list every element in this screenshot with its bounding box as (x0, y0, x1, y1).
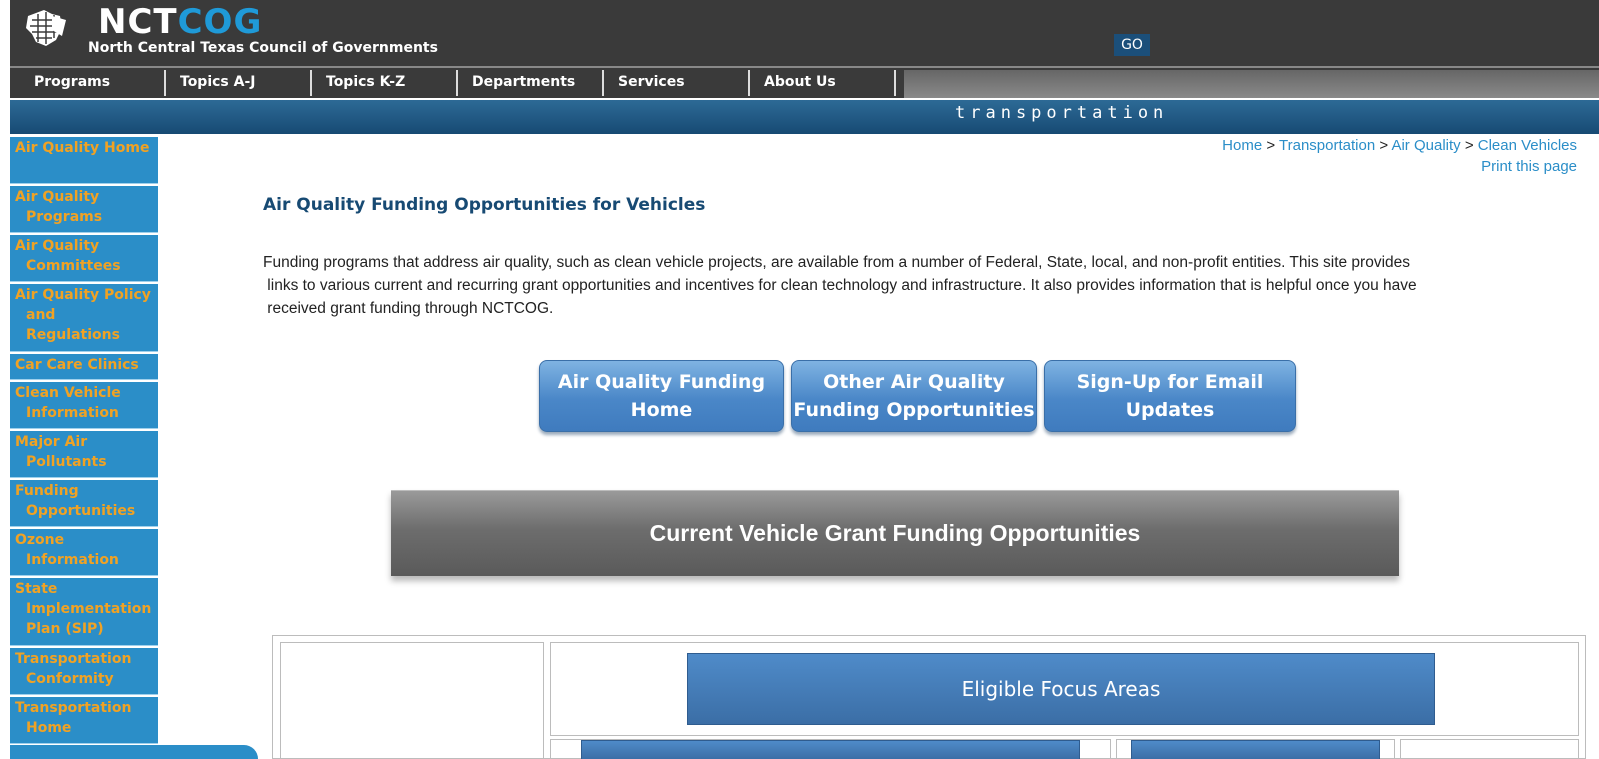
sidebar-item-transportation-conformity[interactable]: Transportation Conformity (10, 648, 158, 695)
site-header: NCTCOG North Central Texas Council of Go… (10, 0, 1599, 66)
logo-subtitle: North Central Texas Council of Governmen… (88, 40, 438, 56)
logo-brand-blue: COG (177, 2, 263, 42)
sidebar-item-transportation-home[interactable]: Transportation Home (10, 697, 158, 744)
breadcrumb-transportation-link[interactable]: Transportation (1279, 137, 1375, 154)
button-label-line: Funding Opportunities (793, 399, 1035, 421)
button-label-line: Other Air Quality (823, 371, 1005, 393)
button-label-line: Air Quality Funding (557, 371, 766, 393)
logo-brand-white: NCT (98, 2, 178, 42)
sidebar-item-air-quality-committees[interactable]: Air Quality Committees (10, 235, 158, 282)
site-logo-wordmark[interactable]: NCTCOG (98, 4, 262, 40)
sidebar-tab (10, 745, 258, 759)
nav-filler (904, 70, 1599, 98)
sidebar-item-funding-opportunities[interactable]: Funding Opportunities (10, 480, 158, 527)
sidebar-item-clean-vehicle-information[interactable]: Clean Vehicle Information (10, 382, 158, 429)
button-label-line: Updates (1125, 399, 1215, 421)
main-nav: Programs Topics A-J Topics K-Z Departmen… (10, 66, 1599, 98)
sidebar: Air Quality Home Air Quality Programs Ai… (10, 137, 158, 746)
section-band: transportation (10, 100, 1599, 134)
other-funding-opportunities-button[interactable]: Other Air Quality Funding Opportunities (791, 360, 1037, 432)
eligible-focus-areas-header: Eligible Focus Areas (687, 653, 1435, 725)
page-title: Air Quality Funding Opportunities for Ve… (263, 195, 706, 215)
focus-area-button[interactable] (1131, 740, 1380, 759)
nav-topics-k-z[interactable]: Topics K-Z (312, 70, 458, 96)
nav-departments[interactable]: Departments (458, 70, 604, 96)
intro-line: Funding programs that address air qualit… (263, 254, 1411, 271)
sidebar-item-air-quality-programs[interactable]: Air Quality Programs (10, 186, 158, 233)
nav-about-us[interactable]: About Us (750, 70, 896, 96)
section-label: transportation (955, 103, 1169, 123)
sidebar-item-air-quality-home[interactable]: Air Quality Home (10, 137, 158, 184)
print-page-link[interactable]: Print this page (1481, 158, 1577, 175)
nav-services[interactable]: Services (604, 70, 750, 96)
breadcrumb-home-link[interactable]: Home (1222, 137, 1262, 154)
sidebar-item-air-quality-policy[interactable]: Air Quality Policy and Regulations (10, 284, 158, 352)
table-cell (1400, 739, 1579, 759)
sidebar-item-ozone-information[interactable]: Ozone Information (10, 529, 158, 576)
breadcrumb-separator: > (1464, 137, 1474, 154)
air-quality-funding-home-button[interactable]: Air Quality Funding Home (539, 360, 784, 432)
intro-line: links to various current and recurring g… (263, 277, 1417, 294)
nav-programs[interactable]: Programs (20, 70, 166, 96)
breadcrumb-separator: > (1379, 137, 1389, 154)
table-cell-empty (280, 642, 544, 759)
texas-map-logo-icon[interactable] (22, 6, 66, 50)
email-signup-button[interactable]: Sign-Up for Email Updates (1044, 360, 1296, 432)
breadcrumb-air-quality-link[interactable]: Air Quality (1391, 137, 1460, 154)
intro-line: received grant funding through NCTCOG. (263, 300, 554, 317)
nav-topics-a-j[interactable]: Topics A-J (166, 70, 312, 96)
sidebar-item-major-air-pollutants[interactable]: Major Air Pollutants (10, 431, 158, 478)
breadcrumb: Home > Transportation > Air Quality > Cl… (1222, 137, 1577, 154)
button-label-line: Home (630, 399, 693, 421)
intro-paragraph: Funding programs that address air qualit… (263, 251, 1583, 320)
focus-area-button[interactable] (581, 740, 1080, 759)
sidebar-item-sip[interactable]: State Implementation Plan (SIP) (10, 578, 158, 646)
current-grant-banner: Current Vehicle Grant Funding Opportunit… (391, 490, 1399, 576)
breadcrumb-clean-vehicles-link[interactable]: Clean Vehicles (1478, 137, 1577, 154)
sidebar-item-car-care-clinics[interactable]: Car Care Clinics (10, 354, 158, 380)
breadcrumb-separator: > (1266, 137, 1276, 154)
button-label-line: Sign-Up for Email (1076, 371, 1264, 393)
go-button[interactable]: GO (1114, 34, 1150, 56)
